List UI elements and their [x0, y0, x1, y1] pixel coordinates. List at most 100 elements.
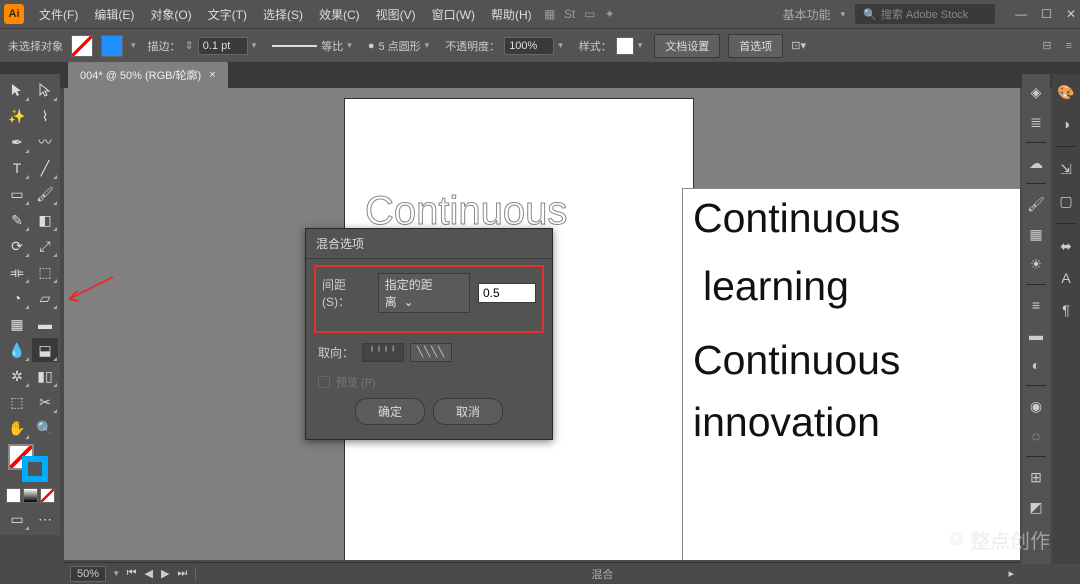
pen-tool[interactable]: ✒ [4, 130, 30, 154]
style-swatch[interactable] [616, 37, 634, 55]
lasso-tool[interactable]: ⌇ [32, 104, 58, 128]
screen-mode-tool[interactable]: ▭ [4, 507, 30, 531]
eyedropper-tool[interactable]: 💧 [4, 338, 30, 362]
chevron-down-icon[interactable]: ▾ [638, 40, 643, 51]
menu-select[interactable]: 选择(S) [256, 3, 310, 26]
search-input[interactable]: 🔍 搜索 Adobe Stock [855, 4, 995, 24]
menu-view[interactable]: 视图(V) [369, 3, 423, 26]
menu-object[interactable]: 对象(O) [143, 3, 198, 26]
arrange-icon[interactable]: ▭ [581, 5, 599, 23]
width-tool[interactable]: ⟚ [4, 260, 30, 284]
preview-checkbox[interactable]: 预览 (P) [318, 374, 540, 390]
nav-last-icon[interactable]: ⏭ [177, 567, 187, 580]
spacing-value-input[interactable] [478, 283, 536, 303]
swatches-panel-icon[interactable]: ▦ [1024, 222, 1048, 246]
asset-export-icon[interactable]: ⇲ [1054, 157, 1078, 181]
stroke-indicator[interactable] [22, 456, 48, 482]
artboard-tool[interactable]: ⬚ [4, 390, 30, 414]
align-icon[interactable]: ⊡▾ [791, 39, 806, 52]
document-tab[interactable]: 004* @ 50% (RGB/轮廓) × [68, 62, 228, 88]
paragraph-panel-icon[interactable]: ¶ [1054, 298, 1078, 322]
rectangle-tool[interactable]: ▭ [4, 182, 30, 206]
eraser-tool[interactable]: ◧ [32, 208, 58, 232]
chevron-down-icon[interactable]: ▾ [252, 40, 257, 51]
menu-type[interactable]: 文字(T) [201, 3, 254, 26]
gpu-icon[interactable]: ✦ [601, 5, 619, 23]
nav-first-icon[interactable]: ⏮ [127, 567, 137, 580]
chevron-down-icon[interactable]: ▾ [558, 40, 563, 51]
edit-toolbar[interactable]: ⋯ [32, 507, 58, 531]
type-tool[interactable]: T [4, 156, 30, 180]
layers-panel-icon[interactable]: ≣ [1024, 110, 1048, 134]
symbols-panel-icon[interactable]: ☀ [1024, 252, 1048, 276]
orientation-align-page[interactable]: ╵╵╵╵ [362, 343, 404, 362]
menu-effect[interactable]: 效果(C) [312, 3, 367, 26]
nav-prev-icon[interactable]: ◀ [144, 567, 152, 580]
stock-icon[interactable]: St [561, 5, 579, 23]
paintbrush-tool[interactable]: 🖌 [32, 182, 58, 206]
rotate-tool[interactable]: ⟳ [4, 234, 30, 258]
direct-selection-tool[interactable] [32, 78, 58, 102]
ok-button[interactable]: 确定 [355, 398, 425, 425]
chevron-down-icon[interactable]: ▾ [347, 40, 352, 51]
preferences-button[interactable]: 首选项 [728, 34, 783, 58]
opacity-input[interactable]: 100% [504, 37, 554, 55]
color-panel-icon[interactable]: 🎨 [1054, 80, 1078, 104]
graphic-styles-icon[interactable]: ◌ [1024, 424, 1048, 448]
hand-tool[interactable]: ✋ [4, 416, 30, 440]
orientation-align-path[interactable]: ╲╲╲╲ [410, 343, 452, 362]
workspace-switcher[interactable]: 基本功能 [783, 6, 831, 23]
mesh-tool[interactable]: ▦ [4, 312, 30, 336]
panel-menu-icon[interactable]: ≡ [1066, 40, 1072, 52]
scale-tool[interactable]: ⤢ [32, 234, 58, 258]
color-mode-gradient[interactable] [23, 488, 38, 503]
stroke-weight-input[interactable]: 0.1 pt [198, 37, 248, 55]
chevron-down-icon[interactable]: ▾ [114, 568, 119, 579]
cc-libraries-icon[interactable]: ☁ [1024, 151, 1048, 175]
color-guide-icon[interactable]: ◑ [1054, 112, 1078, 136]
close-icon[interactable]: ✕ [1066, 7, 1076, 21]
blend-tool[interactable]: ⬓ [32, 338, 58, 362]
color-mode-none[interactable] [40, 488, 55, 503]
chevron-down-icon[interactable]: ▾ [425, 40, 430, 51]
symbol-sprayer-tool[interactable]: ✲ [4, 364, 30, 388]
align-panel-icon[interactable]: ⊞ [1024, 465, 1048, 489]
bridge-icon[interactable]: ▦ [541, 5, 559, 23]
doc-setup-button[interactable]: 文档设置 [654, 34, 720, 58]
stroke-stepper-icon[interactable]: ⇕ [185, 39, 194, 52]
panel-toggle-icon[interactable]: ⊟ [1042, 39, 1051, 52]
stroke-swatch[interactable] [101, 35, 123, 57]
pathfinder-panel-icon[interactable]: ◩ [1024, 495, 1048, 519]
artboards-panel-icon[interactable]: ▢ [1054, 189, 1078, 213]
menu-help[interactable]: 帮助(H) [484, 3, 539, 26]
tab-close-icon[interactable]: × [209, 69, 215, 81]
nav-next-icon[interactable]: ▶ [161, 567, 169, 580]
status-menu-icon[interactable]: ▸ [1008, 567, 1014, 580]
menu-window[interactable]: 窗口(W) [425, 3, 482, 26]
slice-tool[interactable]: ✂ [32, 390, 58, 414]
fill-stroke-control[interactable] [4, 442, 58, 484]
gradient-tool[interactable]: ▬ [32, 312, 58, 336]
column-graph-tool[interactable]: ▮▯ [32, 364, 58, 388]
spacing-mode-select[interactable]: 指定的距离 ⌄ [378, 273, 470, 313]
color-mode-solid[interactable] [6, 488, 21, 503]
chevron-down-icon[interactable]: ▾ [131, 40, 136, 51]
selection-tool[interactable] [4, 78, 30, 102]
zoom-tool[interactable]: 🔍 [32, 416, 58, 440]
perspective-tool[interactable]: ▱ [32, 286, 58, 310]
shaper-tool[interactable]: ✎ [4, 208, 30, 232]
maximize-icon[interactable]: ☐ [1041, 7, 1052, 21]
gradient-panel-icon[interactable]: ▬ [1024, 323, 1048, 347]
minimize-icon[interactable]: — [1015, 7, 1027, 21]
menu-file[interactable]: 文件(F) [32, 3, 85, 26]
magic-wand-tool[interactable]: ✨ [4, 104, 30, 128]
stroke-panel-icon[interactable]: ≡ [1024, 293, 1048, 317]
shape-builder-tool[interactable]: ◔ [4, 286, 30, 310]
zoom-input[interactable]: 50% [70, 566, 106, 582]
transparency-panel-icon[interactable]: ◐ [1024, 353, 1048, 377]
cancel-button[interactable]: 取消 [433, 398, 503, 425]
transform-panel-icon[interactable]: ⬌ [1054, 234, 1078, 258]
appearance-panel-icon[interactable]: ◉ [1024, 394, 1048, 418]
brushes-panel-icon[interactable]: 🖌 [1024, 192, 1048, 216]
properties-panel-icon[interactable]: ◈ [1024, 80, 1048, 104]
